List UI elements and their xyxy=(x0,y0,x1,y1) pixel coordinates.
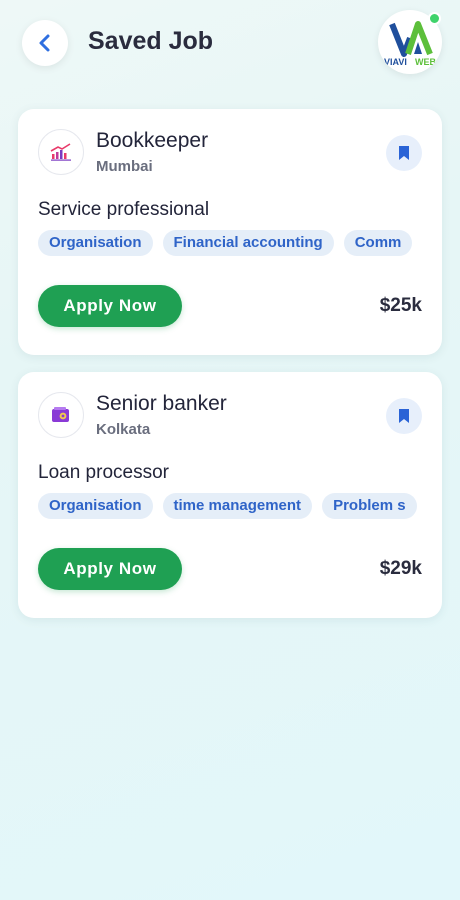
bookmark-icon xyxy=(399,146,409,160)
status-dot xyxy=(428,12,441,25)
skill-tags: Organisation time management Problem s xyxy=(38,493,422,521)
job-role: Loan processor xyxy=(38,462,169,483)
skill-tag: Organisation xyxy=(38,230,153,256)
chevron-left-icon xyxy=(39,34,50,52)
logo-text-web: WEB xyxy=(415,57,436,67)
job-location: Mumbai xyxy=(96,158,153,175)
salary: $29k xyxy=(379,558,422,579)
skill-tag: Problem s xyxy=(322,493,417,519)
bookmark-button[interactable] xyxy=(386,398,422,434)
company-logo xyxy=(38,392,84,438)
back-button[interactable] xyxy=(22,20,68,66)
job-card[interactable]: Bookkeeper Mumbai Service professional O… xyxy=(18,109,442,355)
chart-logo-icon xyxy=(50,143,71,161)
bookmark-icon xyxy=(399,409,409,423)
skill-tags: Organisation Financial accounting Comm xyxy=(38,230,422,258)
company-logo xyxy=(38,129,84,175)
logo-text-viavi: VIAVI xyxy=(384,57,407,67)
job-location: Kolkata xyxy=(96,421,151,438)
job-title: Senior banker xyxy=(96,392,227,415)
apply-now-button[interactable]: Apply Now xyxy=(38,285,182,327)
wallet-logo-icon xyxy=(52,407,69,422)
bookmark-button[interactable] xyxy=(386,135,422,171)
job-card[interactable]: Senior banker Kolkata Loan processor Org… xyxy=(18,372,442,618)
apply-now-button[interactable]: Apply Now xyxy=(38,548,182,590)
skill-tag: Comm xyxy=(343,230,413,256)
job-role: Service professional xyxy=(38,199,210,220)
page-title: Saved Job xyxy=(88,27,214,55)
job-title: Bookkeeper xyxy=(96,129,209,152)
skill-tag: time management xyxy=(162,493,313,519)
app-header: Saved Job VIAVI WEB xyxy=(0,0,460,90)
salary: $25k xyxy=(379,295,422,316)
skill-tag: Financial accounting xyxy=(162,230,334,256)
skill-tag: Organisation xyxy=(38,493,153,519)
